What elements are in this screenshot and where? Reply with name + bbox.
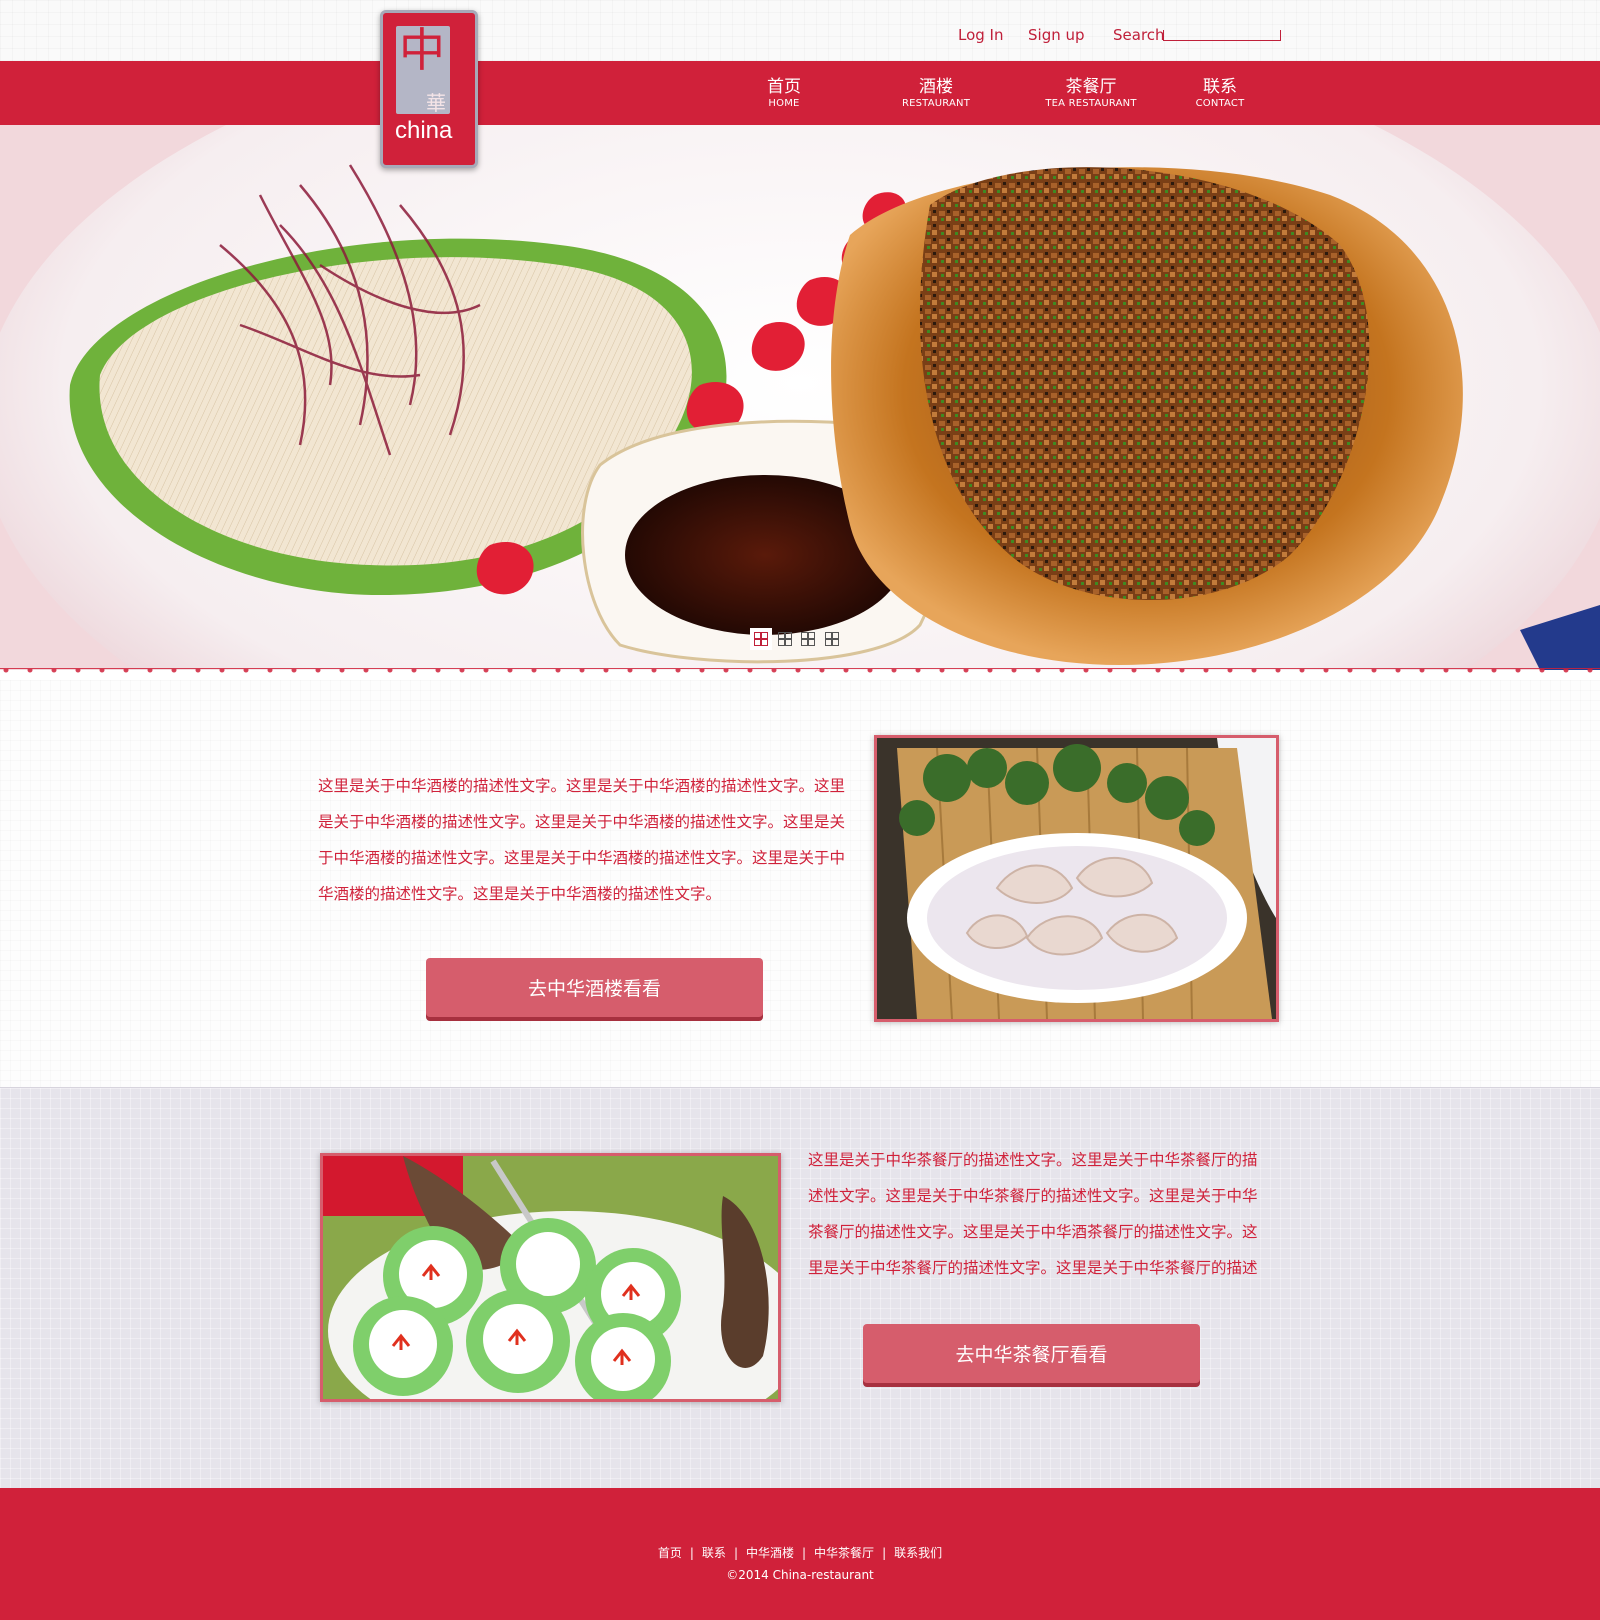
visit-restaurant-button[interactable]: 去中华酒楼看看 bbox=[426, 958, 763, 1017]
hero-image bbox=[0, 125, 1600, 670]
footer-separator: | bbox=[689, 1546, 694, 1560]
hero-banner bbox=[0, 125, 1600, 670]
signup-link[interactable]: Sign up bbox=[1028, 26, 1085, 44]
tea-restaurant-photo bbox=[320, 1153, 781, 1402]
footer-separator: | bbox=[882, 1546, 887, 1560]
melon-rolls-image bbox=[323, 1156, 778, 1399]
nav-label-zh: 首页 bbox=[767, 77, 801, 97]
restaurant-description: 这里是关于中华酒楼的描述性文字。这里是关于中华酒楼的描述性文字。这里是关于中华酒… bbox=[318, 777, 846, 903]
nav-label-en: RESTAURANT bbox=[901, 98, 971, 109]
tea-restaurant-section: 这里是关于中华茶餐厅的描述性文字。这里是关于中华茶餐厅的描述性文字。这里是关于中… bbox=[0, 1087, 1600, 1489]
nav-label-zh: 联系 bbox=[1203, 77, 1237, 97]
footer-link-home[interactable]: 首页 bbox=[658, 1546, 682, 1560]
decorative-trim bbox=[0, 668, 1600, 680]
tea-restaurant-description: 这里是关于中华茶餐厅的描述性文字。这里是关于中华茶餐厅的描述性文字。这里是关于中… bbox=[808, 1151, 1258, 1277]
nav-item-home[interactable]: 首页 HOME bbox=[724, 77, 844, 111]
nav-item-tea-restaurant[interactable]: 茶餐厅 TEA RESTAURANT bbox=[1031, 77, 1151, 111]
copyright: ©2014 China-restaurant bbox=[726, 1568, 874, 1582]
search-label: Search bbox=[1113, 26, 1165, 44]
logo[interactable]: 中 華 china bbox=[380, 10, 478, 168]
restaurant-photo bbox=[874, 735, 1279, 1022]
restaurant-section: 这里是关于中华酒楼的描述性文字。这里是关于中华酒楼的描述性文字。这里是关于中华酒… bbox=[0, 680, 1600, 1087]
nav-item-restaurant[interactable]: 酒楼 RESTAURANT bbox=[876, 77, 996, 111]
login-link[interactable]: Log In bbox=[958, 26, 1004, 44]
search-input[interactable] bbox=[1163, 30, 1281, 41]
nav-label-en: HOME bbox=[768, 98, 800, 109]
slide-indicator-icon[interactable] bbox=[750, 628, 772, 650]
logo-hua: 華 bbox=[426, 91, 446, 115]
footer-link-tea-restaurant[interactable]: 中华茶餐厅 bbox=[814, 1546, 874, 1560]
footer-link-contact[interactable]: 联系 bbox=[702, 1546, 726, 1560]
slide-indicator-icon[interactable] bbox=[821, 628, 843, 650]
footer-separator: | bbox=[733, 1546, 738, 1560]
footer-separator: | bbox=[802, 1546, 807, 1560]
nav-label-zh: 酒楼 bbox=[919, 77, 953, 97]
slide-indicator-icon[interactable] bbox=[797, 628, 819, 650]
slide-indicator-icon[interactable] bbox=[774, 628, 796, 650]
nav-label-zh: 茶餐厅 bbox=[1065, 77, 1117, 97]
footer: 首页 | 联系 | 中华酒楼 | 中华茶餐厅 | 联系我们 ©2014 China-restau… bbox=[0, 1488, 1600, 1620]
footer-link-contact-us[interactable]: 联系我们 bbox=[894, 1546, 942, 1560]
logo-text: china bbox=[395, 117, 453, 144]
nav-label-en: TEA RESTAURANT bbox=[1045, 98, 1137, 109]
main-nav: 首页 HOME 酒楼 RESTAURANT 茶餐厅 TEA RESTAURANT… bbox=[0, 61, 1600, 126]
dumpling-image bbox=[877, 738, 1276, 1019]
nav-item-contact[interactable]: 联系 CONTACT bbox=[1160, 77, 1280, 111]
top-utility-bar: Log In Sign up Search bbox=[0, 0, 1600, 61]
nav-label-en: CONTACT bbox=[1195, 98, 1245, 109]
footer-link-restaurant[interactable]: 中华酒楼 bbox=[746, 1546, 794, 1560]
visit-tea-restaurant-button[interactable]: 去中华茶餐厅看看 bbox=[863, 1324, 1200, 1383]
footer-links: 首页 | 联系 | 中华酒楼 | 中华茶餐厅 | 联系我们 bbox=[0, 1544, 1600, 1561]
logo-glyph: 中 bbox=[399, 23, 445, 77]
